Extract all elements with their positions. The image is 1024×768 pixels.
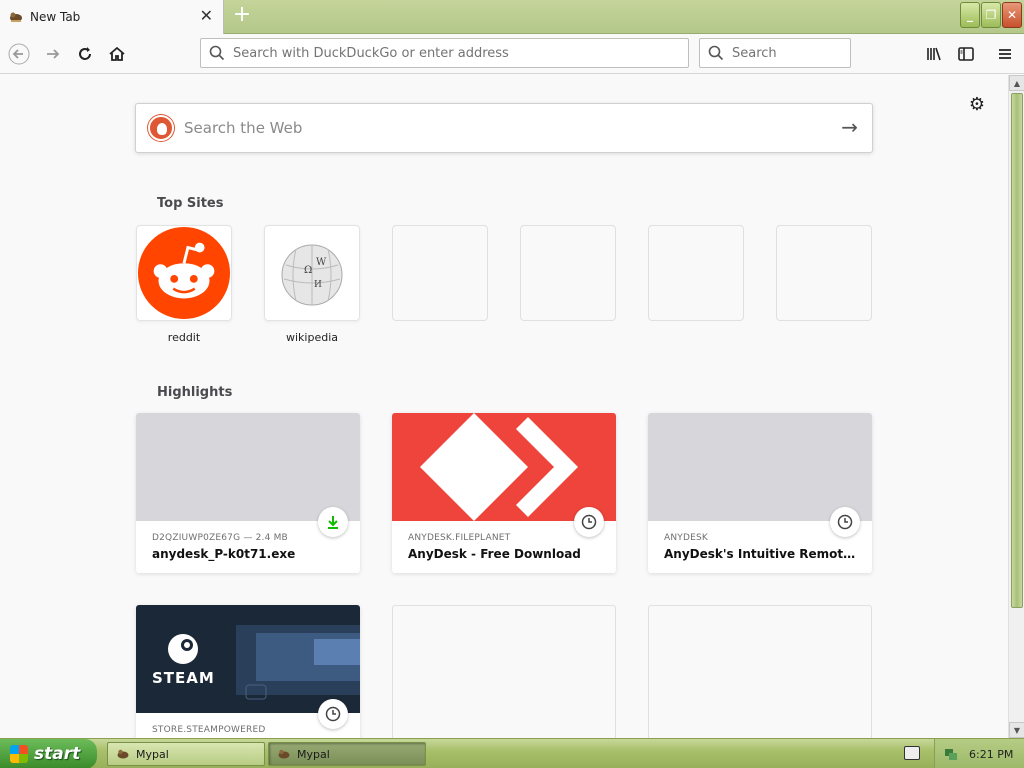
highlight-placeholder bbox=[648, 605, 872, 738]
tab-strip: New Tab ✕ + _ ❐ ✕ bbox=[0, 0, 1024, 34]
highlight-host: ANYDESK.FILEPLANET bbox=[408, 533, 511, 543]
duckduckgo-logo-icon bbox=[148, 115, 174, 141]
start-button[interactable]: start bbox=[0, 739, 97, 768]
highlight-title: AnyDesk's Intuitive Remote Des... bbox=[664, 547, 858, 561]
address-placeholder: Search with DuckDuckGo or enter address bbox=[233, 45, 509, 61]
highlight-thumbnail bbox=[136, 413, 360, 521]
top-site-label: reddit bbox=[167, 331, 201, 344]
svg-text:W: W bbox=[316, 257, 327, 268]
new-tab-button[interactable]: + bbox=[230, 4, 254, 28]
mypal-icon bbox=[278, 749, 290, 759]
highlights-title: Highlights bbox=[157, 385, 233, 400]
menu-icon[interactable] bbox=[993, 42, 1017, 66]
top-site-empty[interactable] bbox=[392, 225, 488, 321]
highlight-title: anydesk_P-k0t71.exe bbox=[152, 547, 296, 561]
svg-text:Ω: Ω bbox=[304, 265, 312, 276]
search-bar[interactable]: Search bbox=[699, 38, 851, 68]
search-submit-arrow-icon[interactable]: → bbox=[841, 117, 858, 137]
home-icon[interactable] bbox=[105, 42, 129, 66]
network-icon[interactable] bbox=[943, 746, 959, 762]
top-site-placeholder[interactable] bbox=[520, 225, 616, 321]
highlight-host: STORE.STEAMPOWERED bbox=[152, 725, 266, 735]
mypal-icon bbox=[117, 749, 129, 759]
clock-icon bbox=[574, 507, 604, 537]
scroll-thumb[interactable] bbox=[1011, 93, 1023, 608]
clock: 6:21 PM bbox=[969, 747, 1014, 761]
web-search-box[interactable]: Search the Web → bbox=[135, 103, 873, 153]
back-icon[interactable] bbox=[7, 42, 31, 66]
minimize-button[interactable]: _ bbox=[960, 2, 980, 28]
highlight-title: AnyDesk - Free Download bbox=[408, 547, 581, 561]
highlight-card[interactable]: STEAM STORE.STEAMPOWERED bbox=[136, 605, 360, 738]
highlight-thumbnail bbox=[648, 413, 872, 521]
scroll-down-arrow-icon[interactable]: ▼ bbox=[1009, 722, 1024, 738]
forward-icon[interactable] bbox=[41, 42, 65, 66]
window-controls: _ ❐ ✕ bbox=[960, 2, 1022, 28]
steam-thumbnail: STEAM bbox=[136, 605, 360, 713]
navigation-bar: Search with DuckDuckGo or enter address … bbox=[0, 34, 1024, 74]
maximize-button[interactable]: ❐ bbox=[981, 2, 1001, 28]
steam-logo-text: STEAM bbox=[152, 669, 215, 687]
address-bar[interactable]: Search with DuckDuckGo or enter address bbox=[200, 38, 689, 68]
search-icon bbox=[209, 45, 225, 61]
search-icon bbox=[708, 45, 724, 61]
highlight-card[interactable]: D2QZIUWP0ZE67G — 2.4 MB anydesk_P-k0t71.… bbox=[136, 413, 360, 573]
taskbar-item[interactable]: Mypal bbox=[107, 742, 265, 766]
system-tray: 6:21 PM bbox=[934, 739, 1024, 768]
library-icon[interactable] bbox=[922, 42, 946, 66]
keyboard-icon[interactable] bbox=[904, 746, 920, 760]
reddit-icon bbox=[137, 226, 231, 320]
reload-icon[interactable] bbox=[73, 42, 97, 66]
newtab-page: ⚙ Search the Web → Top Sites reddit Ω W … bbox=[0, 75, 1008, 738]
taskbar: start Mypal Mypal 6:21 PM bbox=[0, 738, 1024, 768]
highlight-host: D2QZIUWP0ZE67G — 2.4 MB bbox=[152, 533, 288, 543]
tab-title: New Tab bbox=[30, 10, 81, 24]
taskbar-item-active[interactable]: Mypal bbox=[268, 742, 426, 766]
close-window-button[interactable]: ✕ bbox=[1002, 2, 1022, 28]
tab-new-tab[interactable]: New Tab ✕ bbox=[0, 0, 224, 34]
top-site-empty[interactable] bbox=[648, 225, 744, 321]
top-site-reddit[interactable]: reddit bbox=[136, 225, 232, 344]
download-icon bbox=[318, 507, 348, 537]
top-site-placeholder[interactable] bbox=[392, 225, 488, 321]
settings-gear-icon[interactable]: ⚙ bbox=[967, 95, 987, 115]
steam-logo-icon bbox=[168, 625, 360, 700]
mypal-favicon-icon bbox=[10, 12, 22, 22]
top-site-placeholder[interactable] bbox=[648, 225, 744, 321]
vertical-scrollbar[interactable]: ▲ ▼ bbox=[1008, 75, 1024, 738]
start-label: start bbox=[34, 744, 81, 764]
taskbar-item-label: Mypal bbox=[297, 747, 330, 761]
top-site-empty[interactable] bbox=[776, 225, 872, 321]
top-site-empty[interactable] bbox=[520, 225, 616, 321]
tab-close-icon[interactable]: ✕ bbox=[200, 8, 213, 24]
top-site-tile[interactable] bbox=[136, 225, 232, 321]
highlight-host: ANYDESK bbox=[664, 533, 709, 543]
clock-icon bbox=[318, 699, 348, 729]
highlight-card[interactable]: ANYDESK.FILEPLANET AnyDesk - Free Downlo… bbox=[392, 413, 616, 573]
highlight-placeholder bbox=[392, 605, 616, 738]
clock-icon bbox=[830, 507, 860, 537]
top-site-label: wikipedia bbox=[285, 331, 338, 344]
wikipedia-icon: Ω W И bbox=[281, 244, 343, 306]
web-search-placeholder: Search the Web bbox=[184, 119, 303, 137]
scroll-up-arrow-icon[interactable]: ▲ bbox=[1009, 75, 1024, 91]
anydesk-logo-icon bbox=[420, 413, 578, 521]
anydesk-thumbnail bbox=[392, 413, 616, 521]
top-site-wikipedia[interactable]: Ω W И wikipedia bbox=[264, 225, 360, 344]
search-placeholder: Search bbox=[732, 45, 777, 61]
top-site-placeholder[interactable] bbox=[776, 225, 872, 321]
sidebar-icon[interactable] bbox=[954, 42, 978, 66]
top-site-tile[interactable]: Ω W И bbox=[264, 225, 360, 321]
windows-flag-icon bbox=[10, 745, 28, 763]
highlight-card[interactable]: ANYDESK AnyDesk's Intuitive Remote Des..… bbox=[648, 413, 872, 573]
svg-text:И: И bbox=[314, 280, 322, 290]
taskbar-item-label: Mypal bbox=[136, 747, 169, 761]
top-sites-title: Top Sites bbox=[157, 196, 224, 211]
